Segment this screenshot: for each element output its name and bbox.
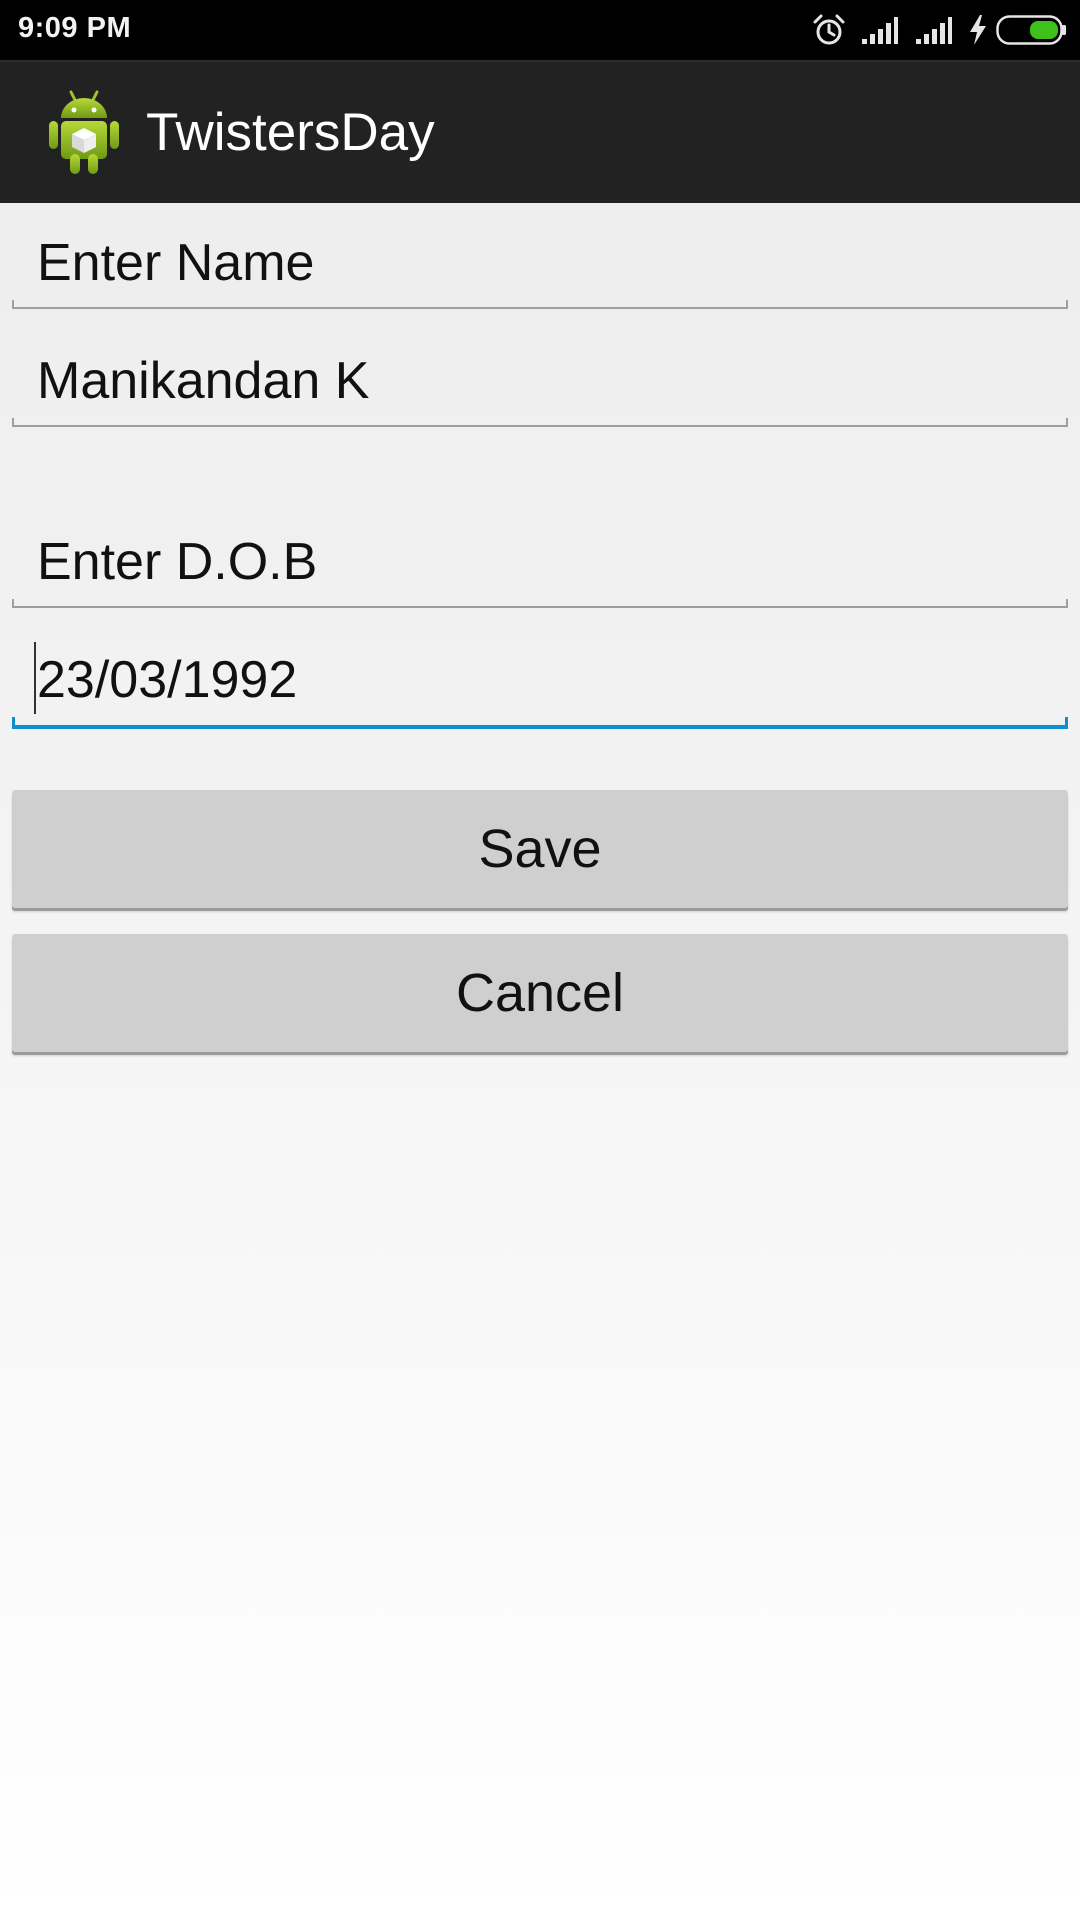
cancel-button[interactable]: Cancel [12, 934, 1068, 1052]
charging-icon [970, 15, 986, 45]
dob-label-text: Enter D.O.B [37, 533, 318, 591]
android-app-icon [49, 90, 119, 174]
status-icons [798, 0, 1068, 60]
save-button[interactable]: Save [12, 790, 1068, 908]
dob-input[interactable]: 23/03/1992 [12, 642, 1068, 730]
text-cursor [34, 642, 36, 714]
dob-label-field[interactable]: Enter D.O.B [12, 524, 1068, 610]
field-underline [12, 300, 1068, 309]
status-time: 9:09 PM [18, 12, 132, 44]
name-input-value: Manikandan K [37, 352, 370, 410]
field-underline [12, 599, 1068, 608]
app-title: TwistersDay [146, 103, 435, 162]
alarm-icon [813, 14, 845, 45]
name-label-text: Enter Name [37, 234, 315, 292]
field-underline [12, 418, 1068, 427]
action-bar: TwistersDay [0, 60, 1080, 203]
dob-input-value: 23/03/1992 [37, 651, 298, 709]
signal-icon [916, 17, 952, 44]
status-bar: 9:09 PM [0, 0, 1080, 60]
name-input[interactable]: Manikandan K [12, 343, 1068, 429]
field-underline-focused [12, 717, 1068, 729]
name-label-field[interactable]: Enter Name [12, 225, 1068, 311]
signal-icon [862, 17, 898, 44]
battery-icon [996, 15, 1066, 45]
